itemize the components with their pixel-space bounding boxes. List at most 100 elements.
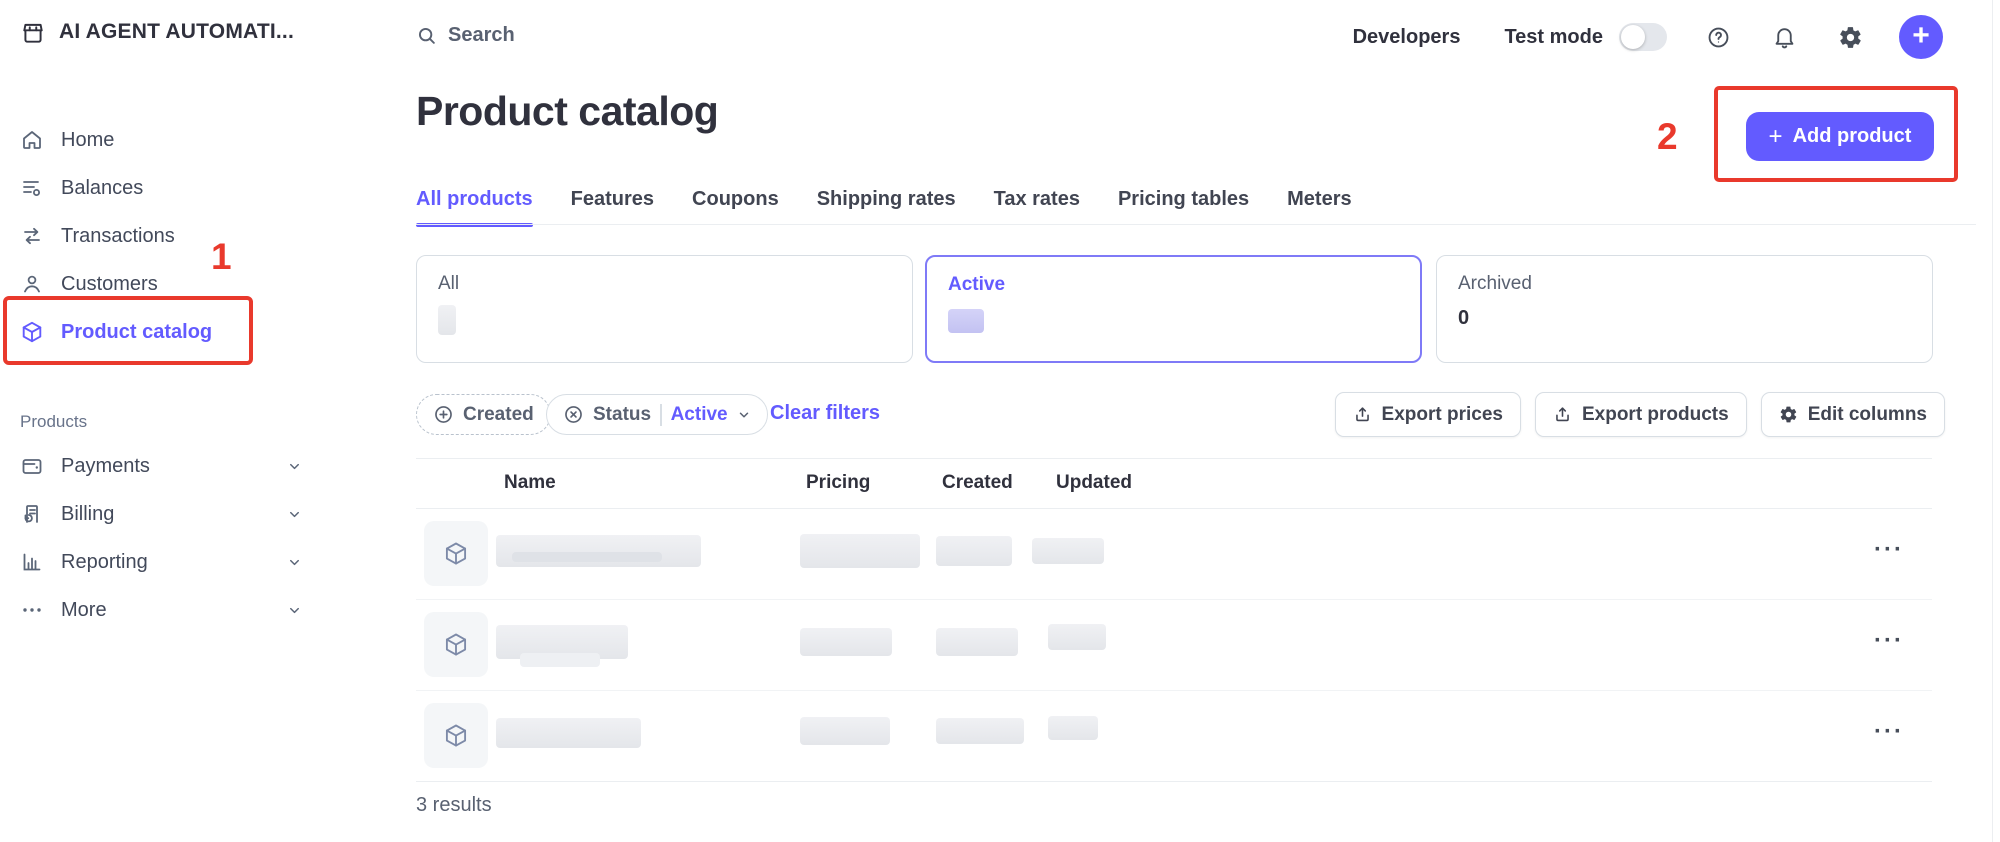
filter-chip-status[interactable]: Status Active (546, 394, 768, 435)
more-icon (20, 598, 44, 622)
sidebar-item-payments[interactable]: Payments (20, 442, 320, 490)
results-count: 3 results (416, 794, 492, 817)
redacted-created (936, 536, 1012, 566)
sidebar-item-label: Product catalog (61, 321, 212, 344)
filter-chip-value: Active (671, 404, 728, 426)
tab-all-products[interactable]: All products (416, 188, 533, 227)
sidebar-item-transactions[interactable]: Transactions (20, 212, 320, 260)
tab-meters[interactable]: Meters (1287, 188, 1351, 227)
developers-link[interactable]: Developers (1353, 26, 1461, 49)
sidebar-item-balances[interactable]: Balances (20, 164, 320, 212)
tab-pricing-tables[interactable]: Pricing tables (1118, 188, 1249, 227)
product-thumbnail (424, 612, 488, 677)
sidebar-item-label: Reporting (61, 551, 148, 574)
row-overflow-menu[interactable]: ··· (1874, 627, 1904, 655)
redacted-pricing (800, 628, 892, 656)
notifications-bell-icon[interactable] (1771, 24, 1797, 50)
filter-chip-label: Status (593, 404, 651, 426)
sidebar-item-more[interactable]: More (20, 586, 320, 634)
search-icon (416, 25, 438, 47)
redacted-pricing (800, 534, 920, 568)
sidebar-item-product-catalog[interactable]: Product catalog (20, 308, 320, 356)
table-row[interactable]: ··· (416, 508, 1932, 599)
table-actions: Export prices Export products Edit colum… (1335, 392, 1945, 437)
storefront-icon (20, 20, 44, 44)
test-mode-toggle[interactable] (1619, 23, 1667, 51)
tab-coupons[interactable]: Coupons (692, 188, 779, 227)
button-label: Add product (1793, 125, 1912, 148)
button-label: Export prices (1382, 404, 1503, 426)
sidebar-item-reporting[interactable]: Reporting (20, 538, 320, 586)
chip-divider (660, 404, 662, 426)
product-catalog-icon (20, 320, 44, 344)
summary-card-all[interactable]: All (416, 255, 913, 363)
card-label: All (438, 273, 891, 295)
product-thumbnail (424, 521, 488, 586)
circle-plus-icon (433, 404, 454, 425)
create-plus-button[interactable]: + (1899, 15, 1943, 59)
summary-card-active[interactable]: Active (925, 255, 1422, 363)
card-label: Active (948, 274, 1399, 296)
button-label: Export products (1582, 404, 1729, 426)
annotation-number-1: 1 (211, 236, 232, 278)
filter-chip-created[interactable]: Created (416, 394, 551, 435)
sidebar-item-label: More (61, 599, 107, 622)
row-overflow-menu[interactable]: ··· (1874, 718, 1904, 746)
redacted-created (936, 718, 1024, 744)
export-prices-button[interactable]: Export prices (1335, 392, 1521, 437)
balances-icon (20, 176, 44, 200)
annotation-number-2: 2 (1657, 116, 1678, 158)
button-label: Edit columns (1808, 404, 1927, 426)
account-switcher[interactable]: AI AGENT AUTOMATI... (20, 20, 294, 44)
settings-gear-icon[interactable] (1837, 24, 1863, 50)
sidebar: AI AGENT AUTOMATI... Home Balances (0, 0, 348, 842)
row-overflow-menu[interactable]: ··· (1874, 536, 1904, 564)
chevron-down-icon (287, 507, 302, 522)
column-header-created: Created (942, 472, 1013, 494)
chevron-down-icon (287, 603, 302, 618)
sidebar-item-billing[interactable]: Billing (20, 490, 320, 538)
sidebar-item-home[interactable]: Home (20, 116, 320, 164)
export-products-button[interactable]: Export products (1535, 392, 1747, 437)
sidebar-item-label: Billing (61, 503, 114, 526)
tab-bar: All products Features Coupons Shipping r… (416, 188, 1352, 227)
sidebar-item-label: Customers (61, 273, 158, 296)
help-icon[interactable] (1705, 24, 1731, 50)
table-row[interactable]: ··· (416, 599, 1932, 690)
redacted-updated (1032, 538, 1104, 564)
sidebar-item-label: Transactions (61, 225, 175, 248)
edit-columns-button[interactable]: Edit columns (1761, 392, 1945, 437)
sidebar-nav: Home Balances Transactions (20, 116, 320, 356)
test-mode-label: Test mode (1504, 26, 1603, 49)
chevron-down-icon (287, 459, 302, 474)
add-product-button[interactable]: + Add product (1746, 112, 1934, 161)
home-icon (20, 128, 44, 152)
transactions-icon (20, 224, 44, 248)
content-edge-line (1992, 0, 1993, 842)
redacted-name (496, 718, 641, 748)
redacted-value (948, 309, 984, 333)
table-row[interactable]: ··· (416, 690, 1932, 781)
summary-card-archived[interactable]: Archived 0 (1436, 255, 1933, 363)
search-input[interactable]: Search (416, 24, 515, 47)
product-thumbnail (424, 703, 488, 768)
tab-features[interactable]: Features (571, 188, 654, 227)
filter-chip-label: Created (463, 404, 534, 426)
payments-icon (20, 454, 44, 478)
tab-tax-rates[interactable]: Tax rates (994, 188, 1080, 227)
clear-filters-link[interactable]: Clear filters (770, 402, 880, 425)
gear-icon (1779, 405, 1798, 424)
redacted-updated (1048, 716, 1098, 740)
topbar-right: Developers Test mode + (1353, 13, 1943, 61)
search-label: Search (448, 24, 515, 47)
redacted-name-detail (512, 552, 662, 562)
chevron-down-icon (737, 408, 751, 422)
card-value: 0 (1458, 307, 1911, 330)
tab-shipping-rates[interactable]: Shipping rates (817, 188, 956, 227)
redacted-pricing (800, 717, 890, 745)
circle-x-icon (563, 404, 584, 425)
toggle-knob (1621, 25, 1645, 49)
sidebar-item-customers[interactable]: Customers (20, 260, 320, 308)
redacted-value (438, 305, 456, 335)
plus-icon: + (1769, 125, 1783, 149)
